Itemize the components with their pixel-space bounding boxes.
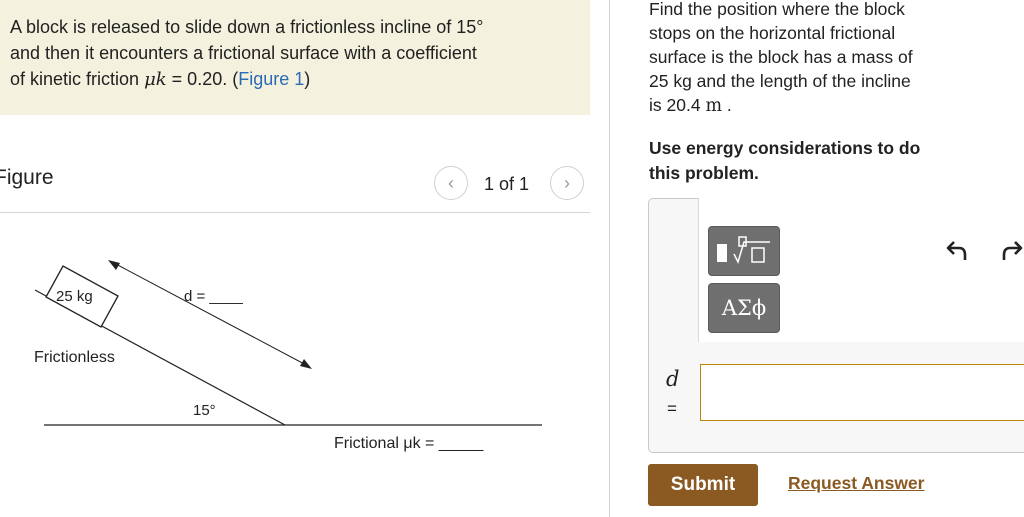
templates-icon — [717, 236, 770, 265]
question-text: Find the position where the block stops … — [649, 0, 989, 118]
question-line-4: 25 kg and the length of the incline — [649, 71, 911, 91]
frictional-label: Frictional μk = _____ — [334, 435, 484, 452]
problem-line-3-value: = 0.20. ( — [166, 69, 239, 89]
figure-prev-button[interactable]: ‹ — [434, 166, 468, 200]
figure-link[interactable]: Figure 1 — [238, 69, 304, 89]
question-line-5-suffix: . — [722, 95, 732, 115]
redo-icon[interactable] — [1000, 238, 1024, 262]
request-answer-link[interactable]: Request Answer — [788, 473, 924, 494]
answer-input[interactable] — [700, 364, 1024, 421]
question-line-1: Find the position where the block — [649, 0, 905, 19]
incline-diagram: 25 kg d = ____ Frictionless 15° Friction… — [34, 260, 542, 452]
problem-line-1: A block is released to slide down a fric… — [10, 17, 484, 37]
undo-icon[interactable] — [945, 238, 969, 262]
symbols-label: ΑΣϕ — [721, 296, 767, 320]
equals-sign: = — [667, 399, 677, 418]
symbols-button[interactable]: ΑΣϕ — [708, 283, 780, 333]
problem-text: A block is released to slide down a fric… — [10, 14, 580, 93]
problem-line-3-suffix: ) — [304, 69, 311, 89]
length-unit: m — [705, 96, 723, 116]
mu-symbol: μk — [144, 69, 167, 90]
question-line-3: surface is the block has a mass of — [649, 47, 913, 67]
arrowhead-bottom — [300, 359, 312, 369]
arrowhead-top — [108, 260, 120, 270]
chevron-right-icon: › — [564, 172, 570, 193]
panel-separator — [609, 0, 610, 517]
figure-page-indicator: 1 of 1 — [484, 174, 530, 194]
frictionless-label: Frictionless — [34, 349, 115, 366]
figure-divider — [0, 212, 590, 213]
question-line-5: is 20.4 m . — [649, 93, 989, 118]
distance-arrow — [111, 261, 309, 367]
question-line-5-prefix: is 20.4 — [649, 95, 706, 115]
problem-line-3: of kinetic friction μk = 0.20. (Figure 1… — [10, 66, 580, 93]
problem-line-3-prefix: of kinetic friction — [10, 69, 145, 89]
angle-label: 15° — [193, 402, 216, 419]
question-line-2: stops on the horizontal frictional — [649, 23, 896, 43]
figure-next-button[interactable]: › — [550, 166, 584, 200]
mass-label: 25 kg — [56, 288, 93, 305]
instruction-line-2: this problem. — [649, 163, 759, 183]
submit-button[interactable]: Submit — [648, 464, 758, 506]
templates-button[interactable] — [708, 226, 780, 276]
problem-statement: A block is released to slide down a fric… — [0, 0, 590, 115]
problem-line-2: and then it encounters a frictional surf… — [10, 43, 477, 63]
variable-label: d — [666, 367, 680, 391]
chevron-left-icon: ‹ — [448, 172, 454, 193]
figure-title: Figure — [0, 166, 54, 189]
instruction-line-1: Use energy considerations to do — [649, 138, 921, 158]
instruction-text: Use energy considerations to do this pro… — [649, 136, 989, 186]
distance-label: d = ____ — [184, 288, 243, 305]
